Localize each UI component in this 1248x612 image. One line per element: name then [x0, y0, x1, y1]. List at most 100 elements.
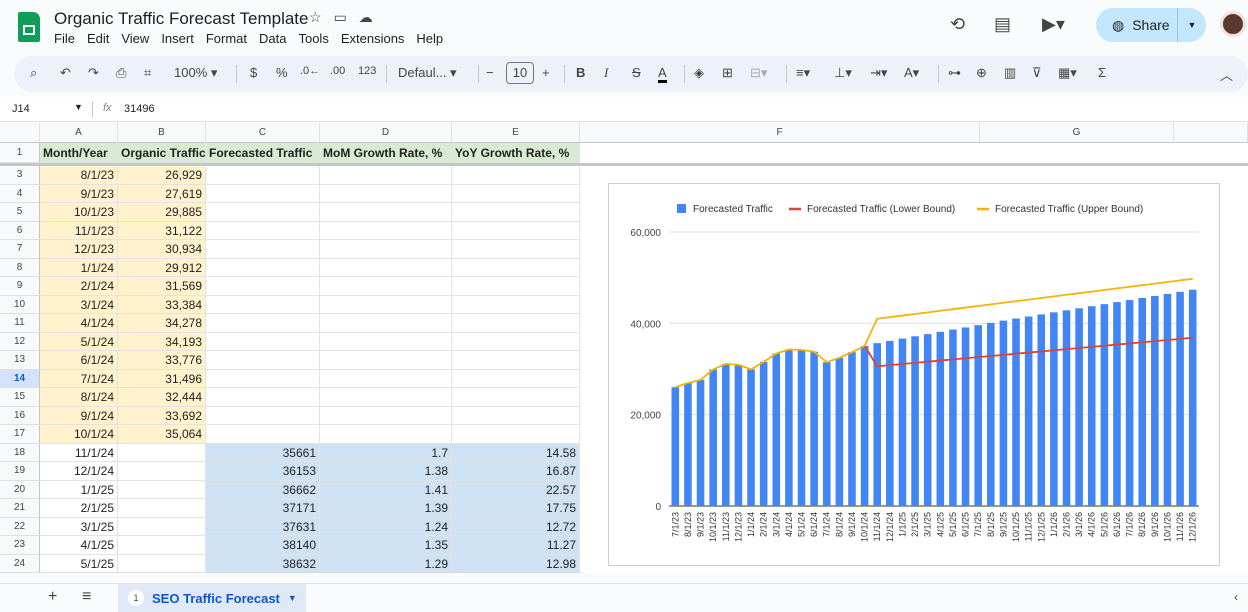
cell-c[interactable]	[206, 240, 320, 259]
column-header-c[interactable]: C	[206, 123, 320, 143]
meet-icon[interactable]: ▶▾	[1042, 14, 1065, 35]
cell-d[interactable]	[320, 351, 452, 370]
cell-a[interactable]: 4/1/25	[40, 536, 118, 555]
cell-a[interactable]: 7/1/24	[40, 369, 118, 388]
menu-file[interactable]: File	[54, 31, 75, 46]
cell-c[interactable]: 37631	[206, 517, 320, 536]
cell-c[interactable]	[206, 388, 320, 407]
cell-c[interactable]: 37171	[206, 499, 320, 518]
cell-e[interactable]	[452, 221, 580, 240]
row-header[interactable]: 6	[0, 221, 40, 240]
cell-d[interactable]	[320, 184, 452, 203]
cell-a[interactable]: 9/1/23	[40, 184, 118, 203]
cell-a[interactable]: 11/1/24	[40, 443, 118, 462]
cell-d[interactable]	[320, 332, 452, 351]
row-header[interactable]: 11	[0, 314, 40, 333]
cell-c[interactable]	[206, 425, 320, 444]
cell-b[interactable]: 34,193	[118, 332, 206, 351]
cell-c[interactable]	[206, 369, 320, 388]
cell-d[interactable]	[320, 203, 452, 222]
cloud-status-icon[interactable]: ☁	[359, 9, 385, 25]
name-box-dropdown-icon[interactable]: ▼	[74, 102, 83, 112]
cell-b[interactable]: 35,064	[118, 425, 206, 444]
italic-icon[interactable]: I	[604, 65, 608, 81]
menu-help[interactable]: Help	[416, 31, 443, 46]
cell-a[interactable]: 1/1/24	[40, 258, 118, 277]
row-header[interactable]: 23	[0, 536, 40, 555]
cell-e[interactable]	[452, 351, 580, 370]
cell-e[interactable]: 22.57	[452, 480, 580, 499]
cell-d[interactable]: 1.7	[320, 443, 452, 462]
sheets-logo-icon[interactable]	[18, 12, 40, 42]
fill-color-icon[interactable]: ◈	[694, 65, 704, 81]
cell-e[interactable]	[452, 406, 580, 425]
cell-b[interactable]: 31,496	[118, 369, 206, 388]
column-header-h[interactable]	[1174, 123, 1248, 143]
traffic-forecast-chart[interactable]: 0 20,000 40,000 60,000 7/1/23 8/1/23 9/1/23 10/…	[608, 183, 1220, 566]
more-formats-button[interactable]: 123	[358, 65, 376, 77]
row-header-1[interactable]: 1	[0, 143, 40, 163]
cell-e[interactable]: 14.58	[452, 443, 580, 462]
row-header[interactable]: 14	[0, 369, 40, 388]
cell-d[interactable]	[320, 240, 452, 259]
decrease-decimal-button[interactable]: .0←	[300, 65, 320, 77]
tab-seo-traffic-forecast[interactable]: 1 SEO Traffic Forecast ▼	[118, 584, 306, 612]
cell-c[interactable]: 38140	[206, 536, 320, 555]
cell-e[interactable]	[452, 277, 580, 296]
filter-icon[interactable]: ⊽	[1032, 65, 1042, 81]
cell-e[interactable]	[452, 258, 580, 277]
cell-c[interactable]	[206, 332, 320, 351]
filter-views-icon[interactable]: ▦▾	[1058, 65, 1077, 81]
text-rotation-icon[interactable]: A▾	[904, 65, 919, 81]
select-all-corner[interactable]	[0, 123, 40, 143]
percent-format-button[interactable]: %	[276, 65, 288, 80]
row-header[interactable]: 8	[0, 258, 40, 277]
column-header-f[interactable]: F	[580, 123, 980, 143]
search-menus-icon[interactable]: ⌕	[30, 65, 37, 81]
row-header[interactable]: 16	[0, 406, 40, 425]
row-header[interactable]: 7	[0, 240, 40, 259]
row-header[interactable]: 12	[0, 332, 40, 351]
cell-e[interactable]	[452, 332, 580, 351]
bold-icon[interactable]: B	[576, 65, 585, 80]
comments-icon[interactable]: ▤	[994, 14, 1011, 35]
cell-c[interactable]	[206, 351, 320, 370]
print-icon[interactable]: ⎙	[116, 65, 126, 81]
currency-format-button[interactable]: $	[250, 65, 257, 80]
star-icon[interactable]: ☆	[309, 9, 334, 25]
add-sheet-icon[interactable]: +	[48, 588, 57, 606]
cell-d[interactable]	[320, 258, 452, 277]
cell-b[interactable]: 27,619	[118, 184, 206, 203]
column-header-g[interactable]: G	[980, 123, 1174, 143]
horizontal-align-icon[interactable]: ≡▾	[796, 65, 810, 81]
borders-icon[interactable]: ⊞	[722, 65, 733, 81]
cell-c[interactable]: 36662	[206, 480, 320, 499]
cell-c[interactable]	[206, 277, 320, 296]
cell-a[interactable]: 11/1/23	[40, 221, 118, 240]
cell-c[interactable]: 35661	[206, 443, 320, 462]
menu-data[interactable]: Data	[259, 31, 286, 46]
cell-a[interactable]: 2/1/25	[40, 499, 118, 518]
cell-e[interactable]	[452, 203, 580, 222]
cell-a[interactable]: 10/1/23	[40, 203, 118, 222]
undo-icon[interactable]: ↶	[60, 65, 71, 81]
cell-a[interactable]: 3/1/25	[40, 517, 118, 536]
insert-chart-icon[interactable]: ▥	[1004, 65, 1016, 81]
cell-b[interactable]: 29,912	[118, 258, 206, 277]
cell-b[interactable]	[118, 499, 206, 518]
cell-d[interactable]: 1.41	[320, 480, 452, 499]
tab-dropdown-icon[interactable]: ▼	[288, 593, 297, 603]
cell-b[interactable]: 30,934	[118, 240, 206, 259]
cell-b[interactable]: 26,929	[118, 166, 206, 185]
paint-format-icon[interactable]: ⌗	[144, 65, 151, 81]
row-header[interactable]: 20	[0, 480, 40, 499]
cell-c[interactable]	[206, 314, 320, 333]
row-header[interactable]: 24	[0, 554, 40, 573]
row-header[interactable]: 17	[0, 425, 40, 444]
cell-c[interactable]: 36153	[206, 462, 320, 481]
cell-d[interactable]	[320, 166, 452, 185]
font-select[interactable]: Defaul... ▾	[398, 65, 457, 81]
cell-d[interactable]: 1.35	[320, 536, 452, 555]
explore-collapse-icon[interactable]: ‹	[1234, 590, 1238, 604]
cell-a[interactable]: 8/1/23	[40, 166, 118, 185]
